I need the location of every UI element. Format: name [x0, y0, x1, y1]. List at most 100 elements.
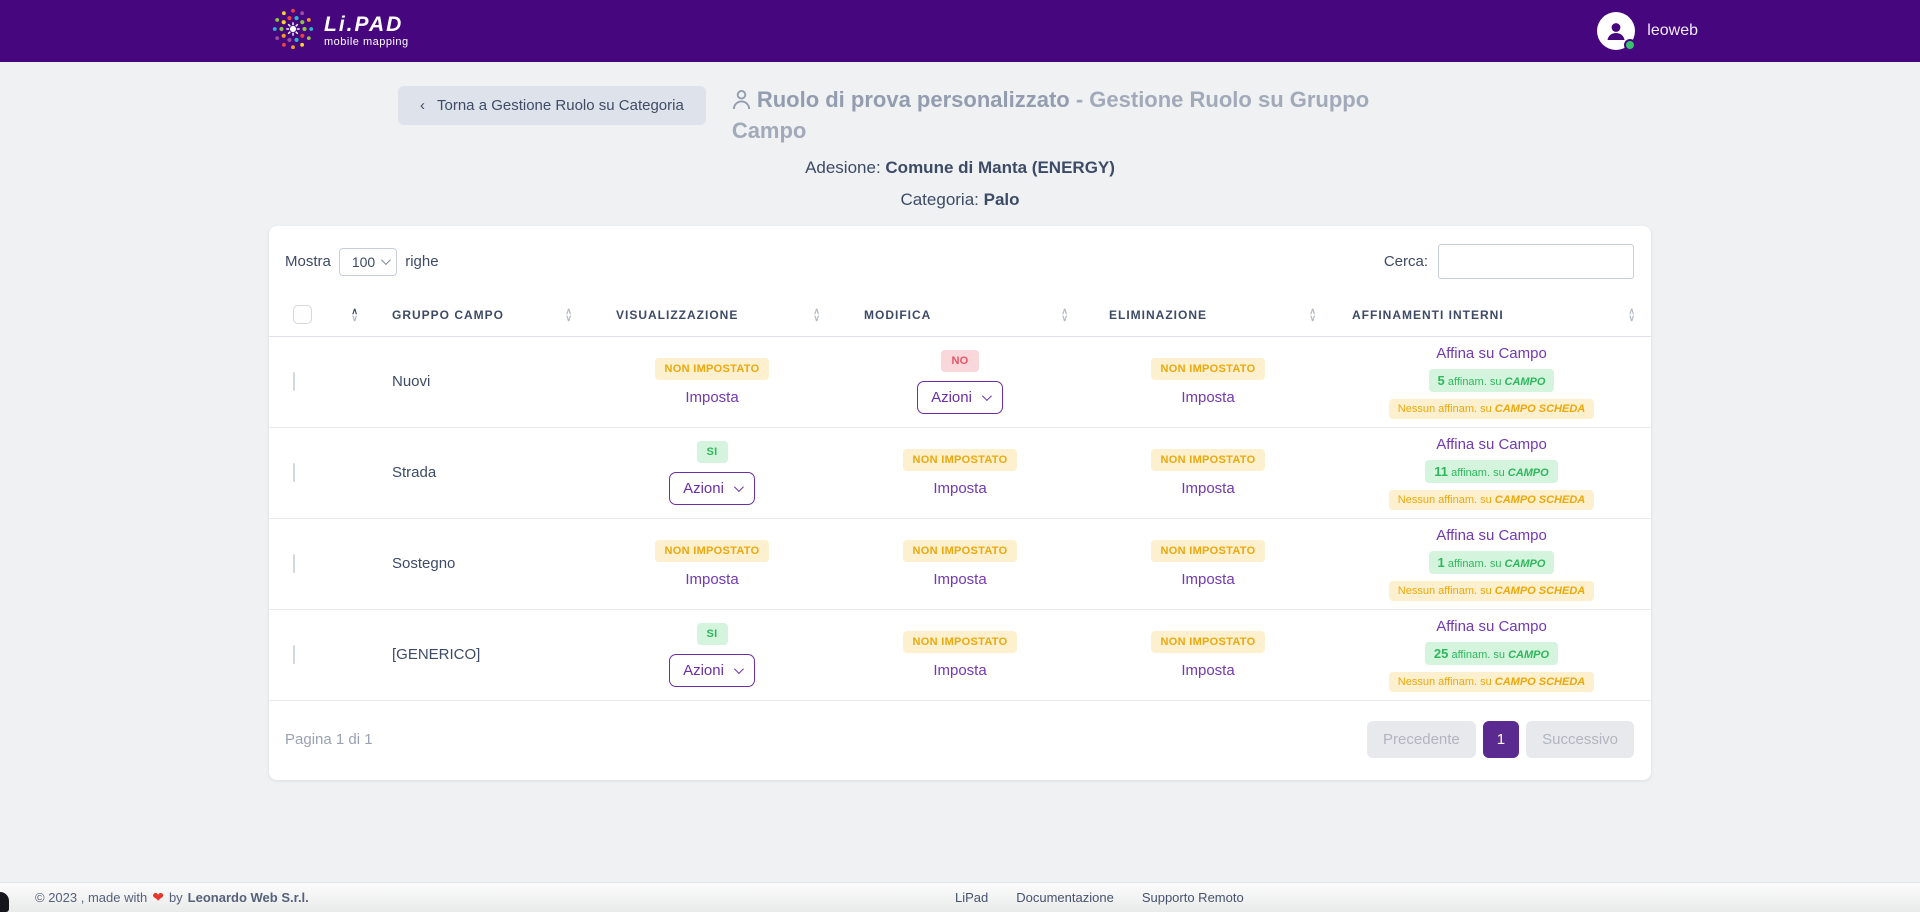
col-visualizzazione[interactable]: VISUALIZZAZIONE — [616, 308, 738, 322]
campo-scheda-refinements-badge: Nessun affinam. su CAMPO SCHEDA — [1389, 672, 1594, 692]
categoria-label: Categoria: — [900, 190, 983, 209]
status-badge: NON IMPOSTATO — [1151, 449, 1266, 471]
chevron-left-icon: ‹ — [420, 97, 425, 114]
affina-su-campo-link[interactable]: Affina su Campo — [1436, 618, 1547, 635]
imposta-link[interactable]: Imposta — [1181, 571, 1234, 588]
page-size-value: 100 — [352, 254, 375, 270]
table-row: Nuovi NON IMPOSTATO Imposta NO Azioni NO… — [269, 337, 1651, 428]
chevron-down-icon — [734, 482, 744, 492]
status-badge: NON IMPOSTATO — [1151, 631, 1266, 653]
show-label: Mostra — [285, 253, 331, 270]
imposta-link[interactable]: Imposta — [1181, 480, 1234, 497]
azioni-dropdown[interactable]: Azioni — [669, 654, 755, 687]
role-table-card: Mostra 100 righe Cerca: ∧∨ — [269, 226, 1651, 780]
status-badge: NON IMPOSTATO — [903, 540, 1018, 562]
page-title: Ruolo di prova personalizzato - Gestione… — [732, 86, 1384, 144]
role-name: Ruolo di prova personalizzato — [757, 87, 1070, 112]
imposta-link[interactable]: Imposta — [685, 571, 738, 588]
imposta-link[interactable]: Imposta — [933, 571, 986, 588]
adesione-line: Adesione: Comune di Manta (ENERGY) — [0, 158, 1920, 178]
sort-desc-icon[interactable]: ∨ — [565, 315, 572, 322]
top-navbar: Li.PAD mobile mapping leoweb — [0, 0, 1920, 62]
lipad-burst-icon — [270, 6, 316, 57]
imposta-link[interactable]: Imposta — [1181, 662, 1234, 679]
lipad-logo[interactable]: Li.PAD mobile mapping — [270, 6, 409, 57]
copyright: © 2023 , made with ❤ by Leonardo Web S.r… — [35, 889, 309, 906]
adesione-label: Adesione: — [805, 158, 885, 177]
page-size-select[interactable]: 100 — [339, 248, 397, 276]
campo-refinements-badge: 11 affinam. su CAMPO — [1425, 460, 1557, 483]
table-row: Sostegno NON IMPOSTATO Imposta NON IMPOS… — [269, 519, 1651, 610]
person-outline-icon — [732, 89, 751, 117]
status-badge: NON IMPOSTATO — [1151, 540, 1266, 562]
status-badge: NON IMPOSTATO — [903, 631, 1018, 653]
col-eliminazione[interactable]: ELIMINAZIONE — [1109, 308, 1207, 322]
status-badge: NON IMPOSTATO — [1151, 358, 1266, 380]
sort-desc-icon[interactable]: ∨ — [1628, 315, 1635, 322]
col-gruppo-campo[interactable]: GRUPPO CAMPO — [392, 308, 504, 322]
group-name: Nuovi — [374, 373, 430, 390]
affina-su-campo-link[interactable]: Affina su Campo — [1436, 345, 1547, 362]
username: leoweb — [1647, 22, 1698, 40]
row-checkbox[interactable] — [293, 463, 295, 482]
col-affinamenti-interni[interactable]: AFFINAMENTI INTERNI — [1352, 308, 1504, 322]
chevron-down-icon — [734, 664, 744, 674]
chevron-down-icon — [982, 391, 992, 401]
user-menu[interactable]: leoweb — [1597, 12, 1698, 50]
adesione-value: Comune di Manta (ENERGY) — [885, 158, 1115, 177]
imposta-link[interactable]: Imposta — [685, 389, 738, 406]
status-badge: SI — [697, 441, 728, 463]
table-header-row: ∧∨ GRUPPO CAMPO ∧∨ VISUALIZZAZIONE ∧∨ — [269, 291, 1651, 337]
online-status-dot — [1624, 39, 1636, 51]
rows-label: righe — [405, 253, 438, 270]
sort-desc-icon[interactable]: ∨ — [351, 315, 358, 322]
col-modifica[interactable]: MODIFICA — [864, 308, 931, 322]
current-page-button[interactable]: 1 — [1483, 721, 1519, 758]
sort-desc-icon[interactable]: ∨ — [1309, 315, 1316, 322]
row-checkbox[interactable] — [293, 372, 295, 391]
logo-subtitle: mobile mapping — [324, 37, 409, 48]
company-name: Leonardo Web S.r.l. — [188, 890, 309, 905]
select-all-checkbox[interactable] — [293, 305, 312, 324]
campo-refinements-badge: 25 affinam. su CAMPO — [1425, 642, 1558, 665]
sort-desc-icon[interactable]: ∨ — [1061, 315, 1068, 322]
group-name: [GENERICO] — [374, 646, 480, 663]
categoria-line: Categoria: Palo — [0, 190, 1920, 210]
person-icon — [1604, 19, 1628, 43]
chevron-down-icon — [381, 255, 391, 265]
affina-su-campo-link[interactable]: Affina su Campo — [1436, 436, 1547, 453]
back-button-label: Torna a Gestione Ruolo su Categoria — [437, 97, 684, 114]
row-checkbox[interactable] — [293, 554, 295, 573]
campo-scheda-refinements-badge: Nessun affinam. su CAMPO SCHEDA — [1389, 490, 1594, 510]
row-checkbox[interactable] — [293, 645, 295, 664]
search-label: Cerca: — [1384, 253, 1428, 270]
campo-refinements-badge: 5 affinam. su CAMPO — [1429, 369, 1555, 392]
group-name: Strada — [374, 464, 436, 481]
sort-desc-icon[interactable]: ∨ — [813, 315, 820, 322]
footer-link-lipad[interactable]: LiPad — [955, 890, 988, 905]
status-badge: NO — [941, 350, 978, 372]
status-badge: SI — [697, 623, 728, 645]
table-row: [GENERICO] SI Azioni NON IMPOSTATO Impos… — [269, 610, 1651, 701]
campo-scheda-refinements-badge: Nessun affinam. su CAMPO SCHEDA — [1389, 581, 1594, 601]
previous-page-button[interactable]: Precedente — [1367, 721, 1476, 758]
imposta-link[interactable]: Imposta — [1181, 389, 1234, 406]
affina-su-campo-link[interactable]: Affina su Campo — [1436, 527, 1547, 544]
azioni-dropdown[interactable]: Azioni — [917, 381, 1003, 414]
back-button[interactable]: ‹ Torna a Gestione Ruolo su Categoria — [398, 86, 706, 125]
status-badge: NON IMPOSTATO — [655, 358, 770, 380]
status-badge: NON IMPOSTATO — [655, 540, 770, 562]
campo-refinements-badge: 1 affinam. su CAMPO — [1429, 551, 1555, 574]
search-input[interactable] — [1438, 244, 1634, 279]
imposta-link[interactable]: Imposta — [933, 480, 986, 497]
azioni-dropdown[interactable]: Azioni — [669, 472, 755, 505]
categoria-value: Palo — [984, 190, 1020, 209]
logo-title: Li.PAD — [324, 14, 409, 35]
heart-icon: ❤ — [152, 889, 164, 906]
table-row: Strada SI Azioni NON IMPOSTATO Imposta N… — [269, 428, 1651, 519]
user-avatar — [1597, 12, 1635, 50]
footer-link-supporto-remoto[interactable]: Supporto Remoto — [1142, 890, 1244, 905]
footer-link-documentazione[interactable]: Documentazione — [1016, 890, 1114, 905]
imposta-link[interactable]: Imposta — [933, 662, 986, 679]
next-page-button[interactable]: Successivo — [1526, 721, 1634, 758]
